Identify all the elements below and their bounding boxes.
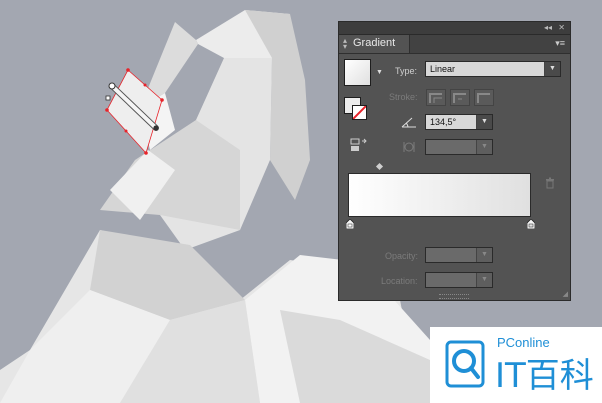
swatch-dropdown-icon[interactable]: ▼ [376, 69, 383, 76]
angle-icon [401, 117, 416, 128]
stroke-swatch[interactable] [352, 105, 367, 120]
aspect-ratio-icon [403, 142, 415, 152]
tab-gradient-label: Gradient [353, 37, 396, 49]
type-dropdown-icon: ▼ [544, 62, 560, 76]
opacity-dropdown-icon: ▼ [476, 248, 492, 262]
angle-input[interactable]: 134,5° ▼ [425, 114, 493, 130]
watermark-brand: PConline [497, 335, 550, 350]
type-select[interactable]: Linear ▼ [425, 61, 561, 77]
type-label: Type: [395, 66, 418, 76]
opacity-input[interactable]: ▼ [425, 247, 493, 263]
stroke-within-button[interactable] [426, 89, 446, 106]
reverse-gradient-icon[interactable] [350, 138, 368, 152]
location-label: Location: [381, 276, 418, 286]
type-value: Linear [430, 64, 456, 74]
no-stroke-icon [353, 106, 366, 119]
gradient-swatch[interactable] [344, 59, 371, 86]
delete-stop-icon[interactable] [545, 177, 555, 189]
gradient-panel: ◂◂ ✕ ▴ ▾ Gradient ▾≡ ▼ Type: Linear ▼ Str… [338, 21, 571, 301]
opacity-label: Opacity: [385, 251, 419, 261]
location-input[interactable]: ▼ [425, 272, 493, 288]
stroke-along-button[interactable] [450, 89, 470, 106]
angle-dropdown-icon: ▼ [476, 115, 492, 129]
midpoint-diamond-icon[interactable] [375, 162, 384, 171]
resize-corner-icon[interactable]: ◢ [563, 290, 568, 298]
color-stop-right[interactable] [527, 219, 535, 229]
stroke-across-icon [477, 93, 490, 103]
stroke-across-button[interactable] [474, 89, 494, 106]
watermark-logo-glyphs: IT百科 [495, 356, 594, 393]
panel-tab-bar: ▴ ▾ Gradient ▾≡ [339, 35, 570, 54]
stroke-along-icon [453, 93, 466, 103]
location-dropdown-icon: ▼ [476, 273, 492, 287]
tab-gradient[interactable]: ▴ ▾ Gradient [339, 35, 410, 53]
close-icon[interactable]: ✕ [558, 22, 565, 34]
angle-value: 134,5° [430, 117, 457, 127]
panel-resize-grip[interactable] [439, 294, 469, 299]
pconline-watermark: PConline IT百科 [430, 327, 602, 403]
pconline-logo-icon [445, 340, 485, 388]
color-stop-left[interactable] [346, 219, 354, 229]
panel-menu-icon[interactable]: ▾≡ [555, 38, 565, 49]
stroke-label: Stroke: [389, 92, 418, 102]
panel-title-bar[interactable]: ◂◂ ✕ [339, 22, 570, 35]
aspect-dropdown-icon: ▼ [476, 140, 492, 154]
stroke-within-icon [429, 93, 442, 103]
collapse-icon[interactable]: ◂◂ [544, 22, 552, 34]
watermark-logo-text: IT百科 [495, 356, 594, 393]
gradient-slider[interactable] [348, 173, 531, 217]
aspect-ratio-input[interactable]: ▼ [425, 139, 493, 155]
tab-arrows-icon: ▴ ▾ [343, 36, 348, 51]
